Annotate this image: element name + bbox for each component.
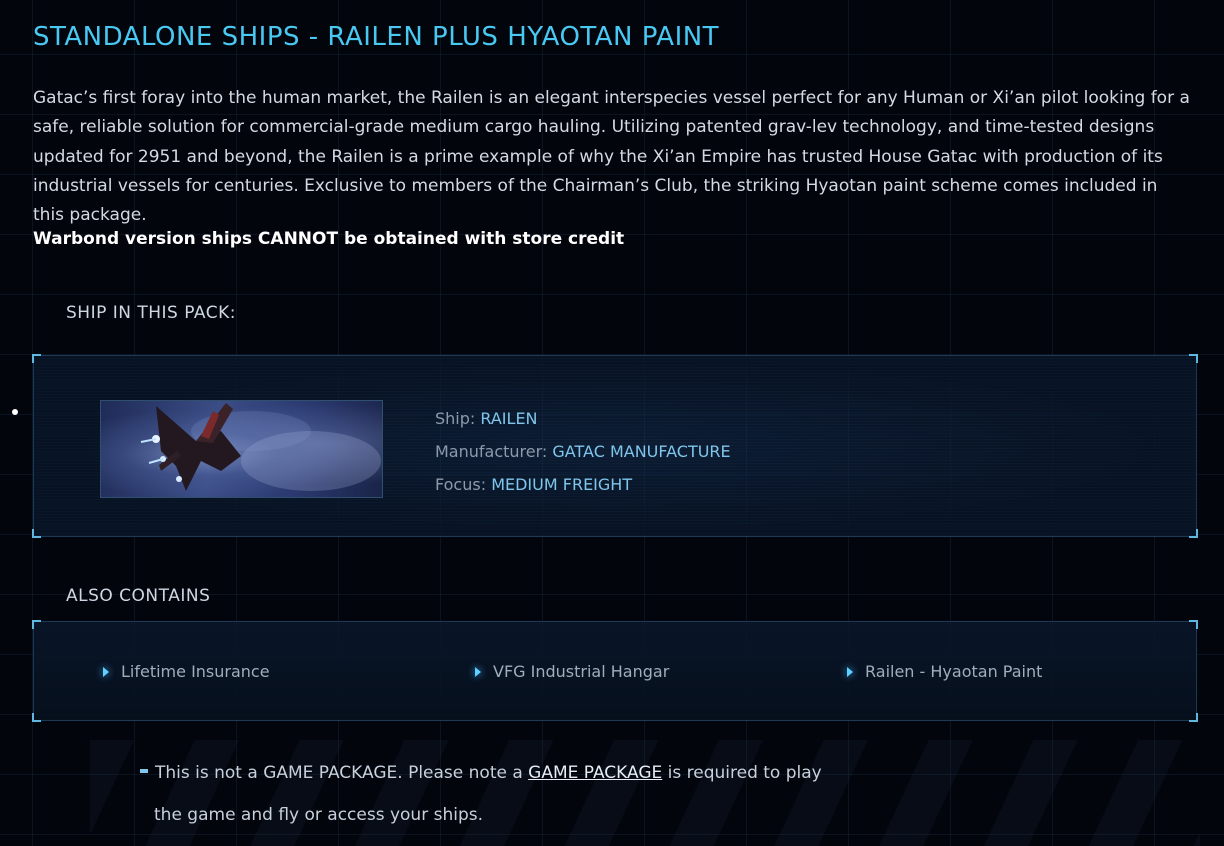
contains-item-label: VFG Industrial Hangar <box>493 662 670 681</box>
manufacturer-label: Manufacturer: <box>435 442 548 461</box>
page-title: STANDALONE SHIPS - RAILEN PLUS HYAOTAN P… <box>33 22 720 52</box>
also-contains-label: ALSO CONTAINS <box>66 586 211 606</box>
game-package-link[interactable]: GAME PACKAGE <box>528 763 662 783</box>
ship-label: Ship: <box>435 409 476 428</box>
note-line-2: the game and fly or access your ships. <box>154 805 484 825</box>
manufacturer-value: GATAC MANUFACTURE <box>552 442 731 461</box>
ship-row: Ship: RAILEN <box>435 402 731 435</box>
game-package-note: This is not a GAME PACKAGE. Please note … <box>140 752 822 836</box>
contains-item-hangar: VFG Industrial Hangar <box>475 662 669 681</box>
contains-item-paint: Railen - Hyaotan Paint <box>847 662 1042 681</box>
note-suffix: is required to play <box>662 763 822 783</box>
manufacturer-row: Manufacturer: GATAC MANUFACTURE <box>435 435 731 468</box>
chevron-right-icon <box>847 666 853 677</box>
ship-illustration <box>140 403 381 491</box>
contains-item-label: Railen - Hyaotan Paint <box>865 662 1043 681</box>
focus-label: Focus: <box>435 475 487 494</box>
corner-bracket <box>32 529 41 538</box>
ship-section-label: SHIP IN THIS PACK: <box>66 303 236 323</box>
ship-thumbnail[interactable] <box>100 400 383 498</box>
chevron-right-icon <box>103 666 109 677</box>
corner-bracket <box>32 620 41 629</box>
chevron-right-icon <box>475 666 481 677</box>
contains-item-lifetime-insurance: Lifetime Insurance <box>103 662 270 681</box>
carousel-indicator-dot[interactable] <box>12 409 18 415</box>
corner-bracket <box>1189 529 1198 538</box>
product-description: Gatac’s first foray into the human marke… <box>33 88 1190 226</box>
also-contains-panel: Lifetime Insurance VFG Industrial Hangar… <box>32 620 1198 722</box>
ship-details: Ship: RAILEN Manufacturer: GATAC MANUFAC… <box>435 402 731 501</box>
note-line-1: This is not a GAME PACKAGE. Please note … <box>140 752 822 794</box>
note-prefix: This is not a GAME PACKAGE. Please note … <box>155 763 529 783</box>
contains-item-label: Lifetime Insurance <box>121 662 270 681</box>
warbond-warning: Warbond version ships CANNOT be obtained… <box>33 229 625 249</box>
corner-bracket <box>32 354 41 363</box>
corner-bracket <box>1189 713 1198 722</box>
focus-row: Focus: MEDIUM FREIGHT <box>435 468 731 501</box>
corner-bracket <box>32 713 41 722</box>
focus-value: MEDIUM FREIGHT <box>491 475 633 494</box>
dash-marker-icon <box>140 769 148 773</box>
ship-card: Ship: RAILEN Manufacturer: GATAC MANUFAC… <box>32 354 1198 538</box>
ship-name-value: RAILEN <box>480 409 538 428</box>
corner-bracket <box>1189 354 1198 363</box>
corner-bracket <box>1189 620 1198 629</box>
